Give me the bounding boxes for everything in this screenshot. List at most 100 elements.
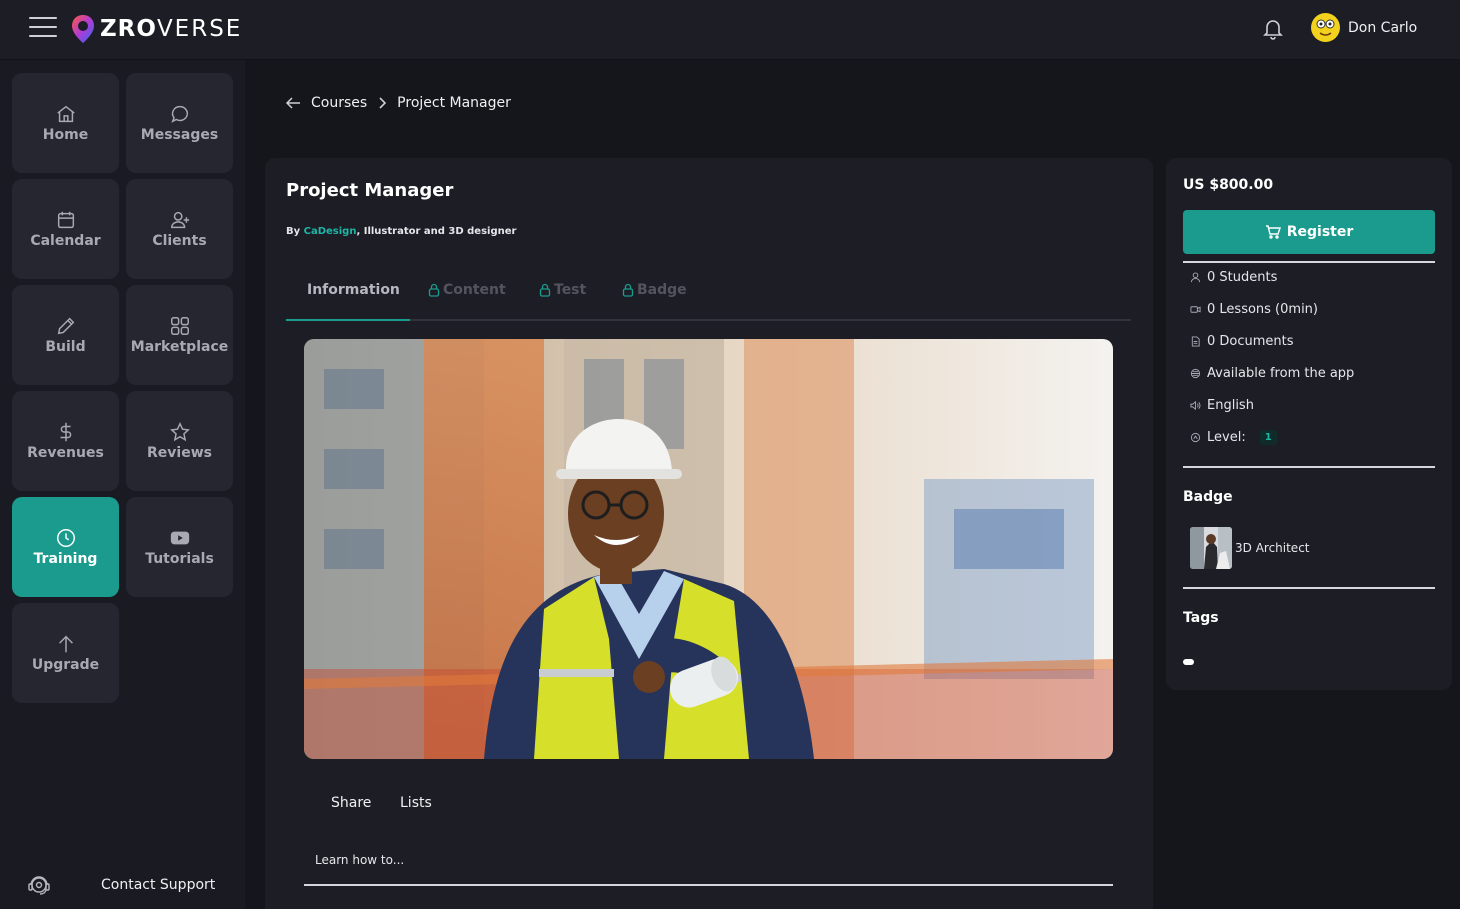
register-label: Register [1286,224,1354,240]
badge-image [1190,527,1232,569]
sidebar-item-label: Training [33,551,98,567]
level-badge: 1 [1259,430,1277,445]
grid-icon [170,317,189,335]
user-add-icon [170,211,189,229]
meta-language: English [1190,398,1254,413]
badge-name: 3D Architect [1235,541,1310,555]
cart-icon [1265,225,1281,239]
support-agent-icon [28,876,50,895]
meta-students: 0 Students [1190,270,1277,285]
tab-label: Content [443,282,506,298]
tags-section-title: Tags [1183,610,1219,626]
meta-text: 0 Documents [1207,334,1294,349]
sidebar-item-label: Clients [152,233,207,249]
breadcrumb: Courses Project Manager [285,95,511,111]
meta-text: Available from the app [1207,366,1355,381]
meta-documents: 0 Documents [1190,334,1294,349]
divider [1183,466,1435,468]
breadcrumb-current: Project Manager [397,95,511,111]
active-tab-indicator [286,319,410,321]
user-menu[interactable]: Don Carlo [1311,13,1417,42]
back-arrow-icon[interactable] [285,96,301,110]
sidebar-item-home[interactable]: Home [12,73,119,173]
dollar-icon [60,422,71,442]
badge-item[interactable]: 3D Architect [1190,527,1310,569]
meta-lessons: 0 Lessons (0min) [1190,302,1318,317]
learn-how-to-label: Learn how to... [315,853,405,867]
sidebar-item-label: Build [45,339,86,355]
register-button[interactable]: Register [1183,210,1435,254]
document-icon [1191,336,1200,347]
app-icon [1190,368,1201,379]
sidebar-item-label: Reviews [147,445,212,461]
breadcrumb-courses-link[interactable]: Courses [311,95,367,111]
sidebar-item-reviews[interactable]: Reviews [126,391,233,491]
user-name: Don Carlo [1348,19,1418,36]
video-icon [1190,306,1201,313]
level-icon [1190,432,1201,443]
tab-label: Information [307,282,400,298]
tab-label: Test [554,282,587,298]
lists-button[interactable]: Lists [400,795,432,811]
byline-prefix: By [286,226,304,237]
sidebar-item-upgrade[interactable]: Upgrade [12,603,119,703]
sidebar-item-label: Revenues [27,445,104,461]
course-price: US $800.00 [1183,177,1274,193]
star-icon [169,422,190,442]
sidebar-item-label: Marketplace [130,339,229,355]
tab-label: Badge [637,282,687,298]
course-tabs: Information Content Test Badge [286,270,1131,321]
chevron-right-icon [379,97,387,109]
lock-icon [428,283,440,297]
meta-text: 0 Lessons (0min) [1207,302,1318,317]
contact-support-link[interactable]: Contact Support [26,872,236,898]
home-icon [56,105,75,123]
sidebar-item-marketplace[interactable]: Marketplace [126,285,233,385]
divider [1183,587,1435,589]
sidebar-item-messages[interactable]: Messages [126,73,233,173]
sidebar-item-training[interactable]: Training [12,497,119,597]
divider [1183,261,1435,263]
pencil-icon [57,317,74,335]
author-link[interactable]: CaDesign [304,226,357,237]
tab-test[interactable]: Test [539,282,586,298]
sidebar-item-revenues[interactable]: Revenues [12,391,119,491]
speaker-icon [1190,400,1201,411]
person-icon [1190,272,1201,283]
lock-icon [622,283,634,297]
course-card: Project Manager By CaDesign, Illustrator… [265,158,1153,909]
top-bar: ZROVERSE Don Carlo [0,0,1460,60]
calendar-icon [57,211,74,229]
meta-text: Level: [1207,430,1246,445]
play-icon [170,531,189,545]
menu-icon[interactable] [29,17,57,39]
sidebar-item-label: Calendar [30,233,101,249]
course-title: Project Manager [286,180,454,201]
share-button[interactable]: Share [331,795,371,811]
tab-content[interactable]: Content [428,282,506,298]
sidebar-item-label: Messages [140,127,219,143]
badge-section-title: Badge [1183,489,1233,505]
tab-badge[interactable]: Badge [622,282,687,298]
sidebar-item-build[interactable]: Build [12,285,119,385]
course-details-card: US $800.00 Register 0 Students 0 Lessons… [1166,158,1452,690]
chat-bubble-icon [170,105,188,123]
course-byline: By CaDesign, Illustrator and 3D designer [286,226,516,237]
meta-text: English [1207,398,1254,413]
sidebar-item-tutorials[interactable]: Tutorials [126,497,233,597]
meta-level: Level: 1 [1190,430,1277,445]
arrow-up-icon [58,635,73,653]
meta-app-availability: Available from the app [1190,366,1354,381]
notification-bell-icon[interactable] [1261,17,1285,41]
lock-icon [539,283,551,297]
tab-information[interactable]: Information [307,282,400,298]
tag-pill[interactable] [1183,659,1194,665]
brand-logo[interactable]: ZROVERSE [70,14,242,44]
sidebar-item-label: Upgrade [31,657,100,673]
sidebar-item-calendar[interactable]: Calendar [12,179,119,279]
sidebar-item-label: Tutorials [145,551,214,567]
sidebar-item-clients[interactable]: Clients [126,179,233,279]
clock-icon [56,529,75,547]
meta-text: 0 Students [1207,270,1278,285]
learn-how-to-section[interactable]: Learn how to... [304,842,1113,886]
